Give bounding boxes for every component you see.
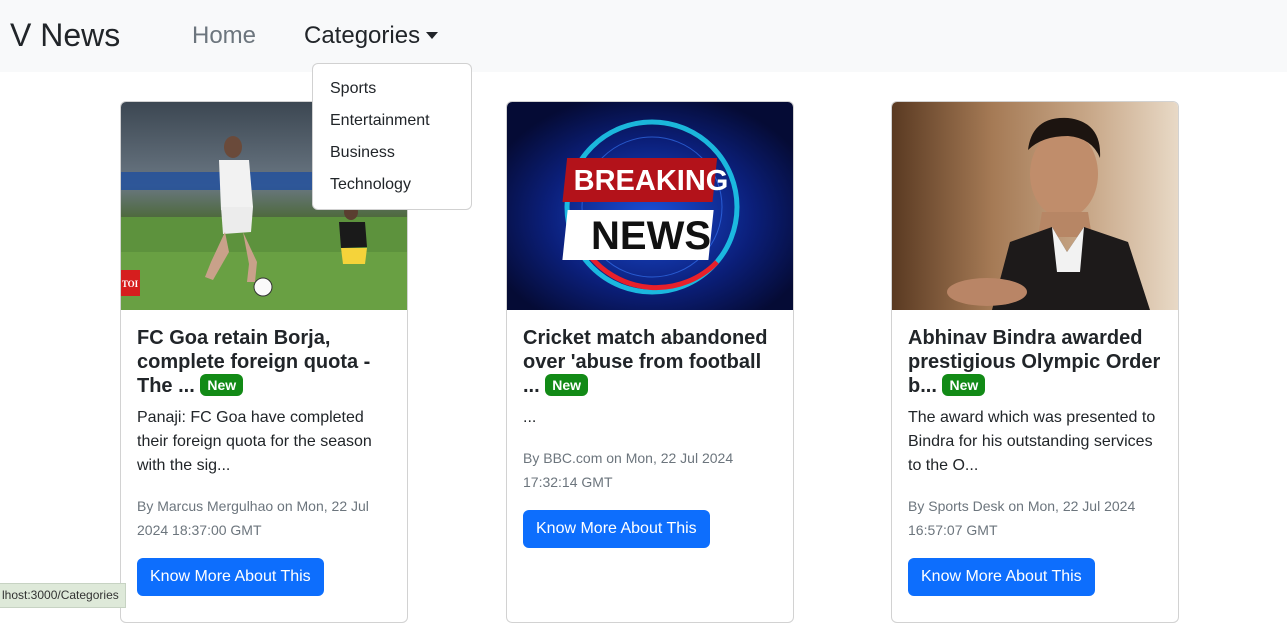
- new-badge: New: [200, 374, 244, 396]
- news-card-meta: By BBC.com on Mon, 22 Jul 2024 17:32:14 …: [523, 450, 734, 490]
- nav-categories-toggle[interactable]: Categories: [304, 22, 439, 50]
- breaking-text: BREAKING: [574, 165, 729, 197]
- know-more-button[interactable]: Know More About This: [137, 558, 324, 596]
- know-more-button[interactable]: Know More About This: [523, 510, 710, 548]
- news-card-description: The award which was presented to Bindra …: [908, 409, 1156, 474]
- new-badge: New: [942, 374, 986, 396]
- news-card-image: BREAKING NEWS: [507, 102, 793, 310]
- brand-logo[interactable]: V News: [10, 17, 120, 54]
- toi-logo: TOI: [122, 279, 139, 289]
- news-card-body: FC Goa retain Borja, complete foreign qu…: [137, 326, 393, 596]
- news-card-description: Panaji: FC Goa have completed their fore…: [137, 409, 372, 474]
- news-card-image: [892, 102, 1178, 310]
- know-more-button[interactable]: Know More About This: [908, 558, 1095, 596]
- new-badge: New: [545, 374, 589, 396]
- dropdown-item-technology[interactable]: Technology: [330, 176, 411, 194]
- news-card-description: ...: [523, 409, 537, 426]
- news-card-title: FC Goa retain Borja, complete foreign qu…: [137, 326, 393, 398]
- news-text: NEWS: [591, 214, 711, 258]
- news-card-title-text: FC Goa retain Borja, complete foreign qu…: [137, 327, 371, 397]
- dropdown-item-sports[interactable]: Sports: [330, 80, 376, 98]
- categories-dropdown-menu: Sports Entertainment Business Technology: [312, 63, 472, 210]
- dropdown-item-business[interactable]: Business: [330, 144, 395, 162]
- nav-home-link[interactable]: Home: [192, 22, 256, 50]
- news-card-meta: By Marcus Mergulhao on Mon, 22 Jul 2024 …: [137, 498, 369, 538]
- news-card-title: Cricket match abandoned over 'abuse from…: [523, 326, 779, 398]
- caret-down-icon: [426, 32, 439, 39]
- news-card-meta: By Sports Desk on Mon, 22 Jul 2024 16:57…: [908, 498, 1136, 538]
- news-card: Abhinav Bindra awarded prestigious Olymp…: [891, 101, 1179, 623]
- dropdown-item-entertainment[interactable]: Entertainment: [330, 112, 430, 130]
- navbar: V News Home Categories: [0, 0, 1287, 72]
- news-card-body: Abhinav Bindra awarded prestigious Olymp…: [908, 326, 1164, 596]
- news-card-title: Abhinav Bindra awarded prestigious Olymp…: [908, 326, 1164, 398]
- news-card-body: Cricket match abandoned over 'abuse from…: [523, 326, 779, 548]
- news-card: BREAKING NEWS Cricket match abandoned ov…: [506, 101, 794, 623]
- browser-status-bar: lhost:3000/Categories: [0, 583, 126, 608]
- nav-categories-label: Categories: [304, 22, 421, 49]
